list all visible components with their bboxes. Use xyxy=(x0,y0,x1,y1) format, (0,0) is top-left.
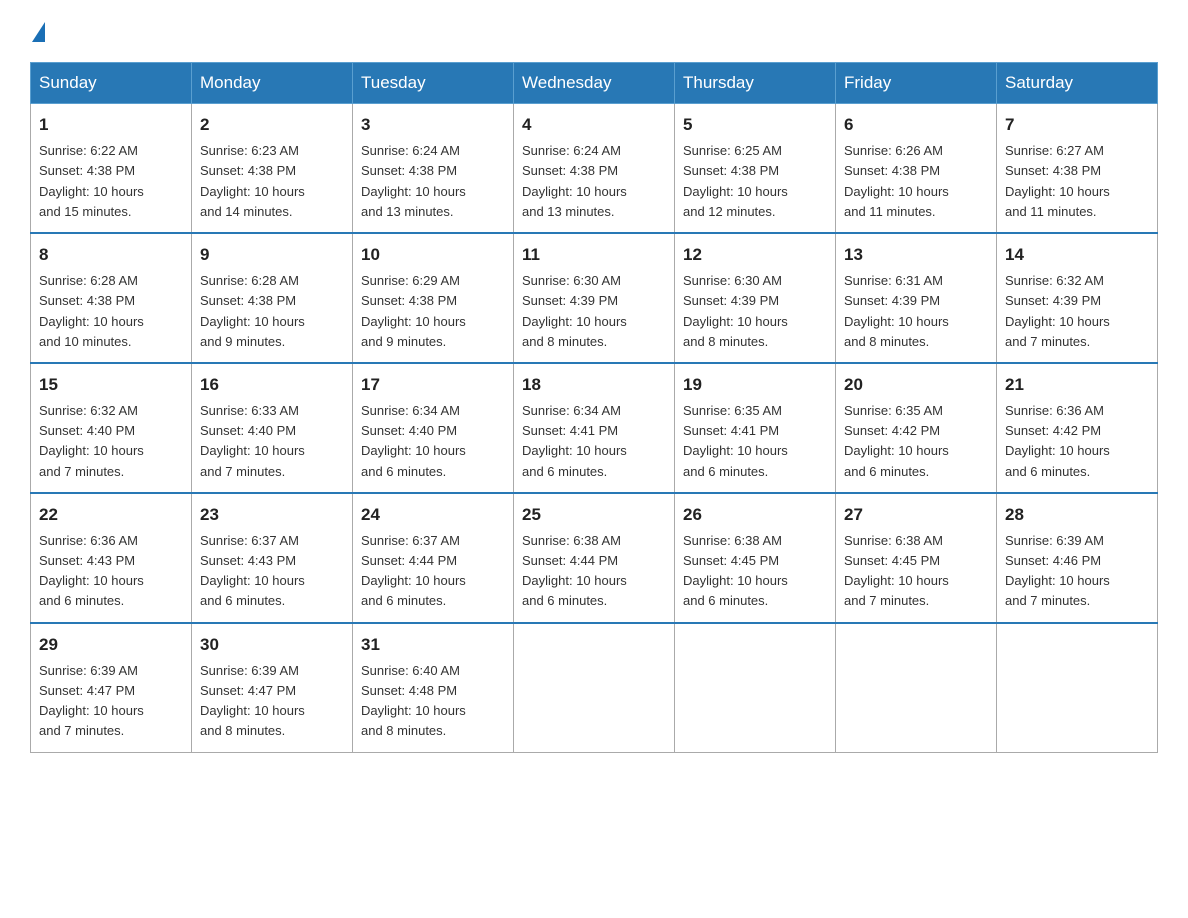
day-number: 9 xyxy=(200,242,344,268)
day-number: 7 xyxy=(1005,112,1149,138)
calendar-cell: 19 Sunrise: 6:35 AM Sunset: 4:41 PM Dayl… xyxy=(675,363,836,493)
calendar-cell: 22 Sunrise: 6:36 AM Sunset: 4:43 PM Dayl… xyxy=(31,493,192,623)
day-number: 28 xyxy=(1005,502,1149,528)
day-number: 10 xyxy=(361,242,505,268)
calendar-cell: 9 Sunrise: 6:28 AM Sunset: 4:38 PM Dayli… xyxy=(192,233,353,363)
calendar-cell: 31 Sunrise: 6:40 AM Sunset: 4:48 PM Dayl… xyxy=(353,623,514,752)
calendar-cell: 13 Sunrise: 6:31 AM Sunset: 4:39 PM Dayl… xyxy=(836,233,997,363)
calendar-cell: 23 Sunrise: 6:37 AM Sunset: 4:43 PM Dayl… xyxy=(192,493,353,623)
day-number: 14 xyxy=(1005,242,1149,268)
day-number: 15 xyxy=(39,372,183,398)
calendar-cell: 7 Sunrise: 6:27 AM Sunset: 4:38 PM Dayli… xyxy=(997,104,1158,233)
day-number: 24 xyxy=(361,502,505,528)
day-number: 8 xyxy=(39,242,183,268)
calendar-week-row: 15 Sunrise: 6:32 AM Sunset: 4:40 PM Dayl… xyxy=(31,363,1158,493)
calendar-cell: 12 Sunrise: 6:30 AM Sunset: 4:39 PM Dayl… xyxy=(675,233,836,363)
calendar-week-row: 8 Sunrise: 6:28 AM Sunset: 4:38 PM Dayli… xyxy=(31,233,1158,363)
day-number: 5 xyxy=(683,112,827,138)
calendar-cell: 2 Sunrise: 6:23 AM Sunset: 4:38 PM Dayli… xyxy=(192,104,353,233)
day-number: 4 xyxy=(522,112,666,138)
calendar-week-row: 29 Sunrise: 6:39 AM Sunset: 4:47 PM Dayl… xyxy=(31,623,1158,752)
calendar-cell: 10 Sunrise: 6:29 AM Sunset: 4:38 PM Dayl… xyxy=(353,233,514,363)
day-number: 31 xyxy=(361,632,505,658)
calendar-cell: 8 Sunrise: 6:28 AM Sunset: 4:38 PM Dayli… xyxy=(31,233,192,363)
calendar-cell: 24 Sunrise: 6:37 AM Sunset: 4:44 PM Dayl… xyxy=(353,493,514,623)
calendar-header-row: SundayMondayTuesdayWednesdayThursdayFrid… xyxy=(31,63,1158,104)
calendar-cell xyxy=(836,623,997,752)
day-of-week-header: Sunday xyxy=(31,63,192,104)
calendar-cell: 30 Sunrise: 6:39 AM Sunset: 4:47 PM Dayl… xyxy=(192,623,353,752)
calendar-cell: 20 Sunrise: 6:35 AM Sunset: 4:42 PM Dayl… xyxy=(836,363,997,493)
day-number: 20 xyxy=(844,372,988,398)
calendar-cell xyxy=(514,623,675,752)
day-number: 25 xyxy=(522,502,666,528)
day-of-week-header: Wednesday xyxy=(514,63,675,104)
calendar-cell: 3 Sunrise: 6:24 AM Sunset: 4:38 PM Dayli… xyxy=(353,104,514,233)
calendar-cell: 17 Sunrise: 6:34 AM Sunset: 4:40 PM Dayl… xyxy=(353,363,514,493)
page-header xyxy=(30,20,1158,42)
day-number: 29 xyxy=(39,632,183,658)
day-number: 23 xyxy=(200,502,344,528)
day-of-week-header: Thursday xyxy=(675,63,836,104)
calendar-cell: 5 Sunrise: 6:25 AM Sunset: 4:38 PM Dayli… xyxy=(675,104,836,233)
day-number: 13 xyxy=(844,242,988,268)
day-number: 3 xyxy=(361,112,505,138)
day-number: 17 xyxy=(361,372,505,398)
day-number: 11 xyxy=(522,242,666,268)
calendar-cell: 29 Sunrise: 6:39 AM Sunset: 4:47 PM Dayl… xyxy=(31,623,192,752)
day-number: 16 xyxy=(200,372,344,398)
calendar-cell xyxy=(675,623,836,752)
calendar-cell xyxy=(997,623,1158,752)
calendar-cell: 14 Sunrise: 6:32 AM Sunset: 4:39 PM Dayl… xyxy=(997,233,1158,363)
calendar-cell: 21 Sunrise: 6:36 AM Sunset: 4:42 PM Dayl… xyxy=(997,363,1158,493)
calendar-table: SundayMondayTuesdayWednesdayThursdayFrid… xyxy=(30,62,1158,753)
day-of-week-header: Tuesday xyxy=(353,63,514,104)
day-of-week-header: Saturday xyxy=(997,63,1158,104)
day-number: 12 xyxy=(683,242,827,268)
day-number: 22 xyxy=(39,502,183,528)
day-number: 21 xyxy=(1005,372,1149,398)
calendar-cell: 4 Sunrise: 6:24 AM Sunset: 4:38 PM Dayli… xyxy=(514,104,675,233)
day-number: 1 xyxy=(39,112,183,138)
calendar-cell: 18 Sunrise: 6:34 AM Sunset: 4:41 PM Dayl… xyxy=(514,363,675,493)
day-number: 18 xyxy=(522,372,666,398)
calendar-cell: 26 Sunrise: 6:38 AM Sunset: 4:45 PM Dayl… xyxy=(675,493,836,623)
calendar-cell: 16 Sunrise: 6:33 AM Sunset: 4:40 PM Dayl… xyxy=(192,363,353,493)
calendar-cell: 25 Sunrise: 6:38 AM Sunset: 4:44 PM Dayl… xyxy=(514,493,675,623)
day-number: 6 xyxy=(844,112,988,138)
calendar-cell: 27 Sunrise: 6:38 AM Sunset: 4:45 PM Dayl… xyxy=(836,493,997,623)
day-of-week-header: Monday xyxy=(192,63,353,104)
day-number: 19 xyxy=(683,372,827,398)
calendar-cell: 28 Sunrise: 6:39 AM Sunset: 4:46 PM Dayl… xyxy=(997,493,1158,623)
day-number: 27 xyxy=(844,502,988,528)
day-of-week-header: Friday xyxy=(836,63,997,104)
calendar-week-row: 22 Sunrise: 6:36 AM Sunset: 4:43 PM Dayl… xyxy=(31,493,1158,623)
logo xyxy=(30,20,45,42)
calendar-week-row: 1 Sunrise: 6:22 AM Sunset: 4:38 PM Dayli… xyxy=(31,104,1158,233)
calendar-cell: 15 Sunrise: 6:32 AM Sunset: 4:40 PM Dayl… xyxy=(31,363,192,493)
calendar-cell: 11 Sunrise: 6:30 AM Sunset: 4:39 PM Dayl… xyxy=(514,233,675,363)
calendar-cell: 6 Sunrise: 6:26 AM Sunset: 4:38 PM Dayli… xyxy=(836,104,997,233)
day-number: 2 xyxy=(200,112,344,138)
day-number: 30 xyxy=(200,632,344,658)
calendar-cell: 1 Sunrise: 6:22 AM Sunset: 4:38 PM Dayli… xyxy=(31,104,192,233)
day-number: 26 xyxy=(683,502,827,528)
